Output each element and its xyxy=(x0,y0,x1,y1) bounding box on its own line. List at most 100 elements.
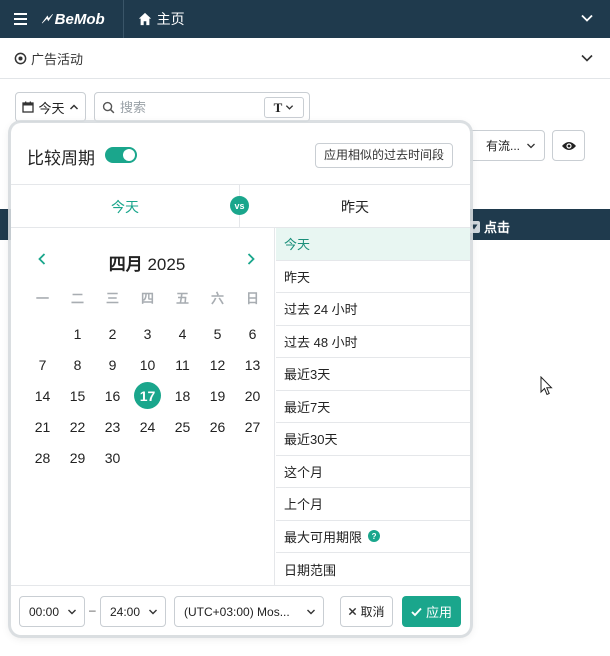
date-presets-list: 今天 昨天 过去 24 小时过去 48 小时 最近3天最近7天 最近30天这个月上个月最… xyxy=(276,228,470,585)
calendar-day[interactable]: 23 xyxy=(95,411,130,442)
date-preset-label: 最近3天 xyxy=(284,367,331,383)
mouse-cursor-icon xyxy=(540,376,553,396)
calendar-day[interactable]: 5 xyxy=(200,318,235,349)
calendar-day[interactable]: 19 xyxy=(200,380,235,411)
calendar-day[interactable]: 28 xyxy=(25,442,60,473)
date-preset-item[interactable]: 最近30天 xyxy=(276,423,470,456)
tab-compare-period[interactable]: 昨天 xyxy=(240,185,470,228)
home-link[interactable]: 主页 xyxy=(138,9,185,29)
calendar-day[interactable]: 10 xyxy=(130,349,165,380)
column-header-clicks[interactable]: 点击 xyxy=(468,217,510,236)
calendar-icon xyxy=(22,101,35,113)
hamburger-menu-icon[interactable] xyxy=(14,13,36,25)
calendar-day[interactable]: 16 xyxy=(95,380,130,411)
calendar-day[interactable]: 9 xyxy=(95,349,130,380)
calendar-day[interactable]: 27 xyxy=(235,411,270,442)
calendar-day[interactable]: 22 xyxy=(60,411,95,442)
compare-tabs: 今天 vs 昨天 xyxy=(11,185,470,228)
help-icon[interactable]: ? xyxy=(368,530,381,543)
end-time-select[interactable]: 24:00 xyxy=(100,596,166,627)
calendar-day[interactable]: 25 xyxy=(165,411,200,442)
calendar-day[interactable]: 20 xyxy=(235,380,270,411)
calendar-day[interactable]: 6 xyxy=(235,318,270,349)
date-preset-item[interactable]: 今天 xyxy=(276,228,470,261)
date-preset-item[interactable]: 最近7天 xyxy=(276,391,470,423)
calendar-day-number: 3 xyxy=(143,325,152,342)
tab-current-period[interactable]: 今天 xyxy=(11,185,239,228)
date-preset-label: 上个月 xyxy=(284,497,324,513)
calendar-day[interactable]: 15 xyxy=(60,380,95,411)
date-preset-item[interactable]: 过去 48 小时 xyxy=(276,326,470,358)
chevron-down-icon[interactable] xyxy=(580,11,594,25)
timezone-select[interactable]: (UTC+03:00) Mos... xyxy=(174,596,324,627)
text-filter-type-button[interactable]: T xyxy=(264,97,304,118)
apply-similar-period-button[interactable]: 应用相似的过去时间段 xyxy=(315,143,454,168)
chevron-down-icon[interactable] xyxy=(580,51,594,65)
calendar-day[interactable]: 13 xyxy=(235,349,270,380)
calendar-day[interactable]: 7 xyxy=(25,349,60,380)
date-preset-item[interactable]: 过去 24 小时 xyxy=(276,293,470,326)
calendar-day[interactable]: 26 xyxy=(200,411,235,442)
target-icon xyxy=(14,52,27,64)
date-preset-label: 过去 48 小时 xyxy=(284,334,358,350)
traffic-filter-select[interactable]: 有流... xyxy=(459,130,545,161)
bemob-logo[interactable]: 🗲 BeMob xyxy=(42,11,105,28)
calendar-day[interactable]: 29 xyxy=(60,442,95,473)
calendar-day-number: 9 xyxy=(108,356,117,373)
search-input[interactable] xyxy=(118,98,258,116)
calendar-day[interactable]: 21 xyxy=(25,411,60,442)
calendar-day-number: 7 xyxy=(38,356,47,373)
compare-period-title: 比较周期 xyxy=(27,149,95,168)
calendar-day[interactable]: 24 xyxy=(130,411,165,442)
compare-period-toggle[interactable] xyxy=(105,147,137,163)
date-picker-footer: 00:00 – 24:00 (UTC+03:00) Mos... 取消 应用 xyxy=(11,585,470,635)
date-preset-item[interactable]: 最大可用期限? xyxy=(276,521,470,553)
calendar-day[interactable]: 12 xyxy=(200,349,235,380)
calendar-day[interactable]: 1 xyxy=(60,318,95,349)
compare-header: 比较周期 应用相似的过去时间段 xyxy=(11,123,470,185)
column-visibility-button[interactable] xyxy=(552,130,585,161)
calendar-day[interactable]: 11 xyxy=(165,349,200,380)
start-time-select[interactable]: 00:00 xyxy=(19,596,85,627)
date-range-button[interactable]: 今天 xyxy=(15,92,86,122)
date-preset-item[interactable]: 昨天 xyxy=(276,261,470,293)
calendar-days: 1 2 3 4 5 6 7 8 9 10 11 12 13 14 15 16 17 18 19 20 21 22 23 24 2… xyxy=(25,318,270,473)
date-preset-item[interactable]: 最近3天 xyxy=(276,358,470,391)
chevron-down-icon xyxy=(149,609,157,614)
search-box: T xyxy=(94,92,310,122)
calendar-day-number: 2 xyxy=(108,325,117,342)
calendar-day-selected[interactable]: 17 xyxy=(130,380,165,411)
date-preset-item[interactable]: 这个月 xyxy=(276,456,470,488)
calendar-day-number: 15 xyxy=(69,387,86,404)
calendar-day[interactable]: 30 xyxy=(95,442,130,473)
section-label: 广告活动 xyxy=(31,51,84,67)
calendar-day[interactable]: 14 xyxy=(25,380,60,411)
calendar-day-number: 24 xyxy=(139,418,156,435)
chevron-right-icon[interactable] xyxy=(244,252,258,266)
calendar-month: 四月 xyxy=(108,255,143,274)
chevron-up-icon xyxy=(69,104,78,110)
calendar-day[interactable]: 3 xyxy=(130,318,165,349)
date-preset-item[interactable]: 日期范围 xyxy=(276,553,470,586)
top-navbar: 🗲 BeMob 主页 xyxy=(0,0,610,38)
date-preset-label: 这个月 xyxy=(284,464,324,480)
calendar-day[interactable]: 2 xyxy=(95,318,130,349)
weekday-label: 五 xyxy=(175,291,189,306)
apply-button[interactable]: 应用 xyxy=(402,596,461,627)
chevron-down-icon xyxy=(527,143,535,148)
cancel-button[interactable]: 取消 xyxy=(340,596,393,627)
traffic-filter-label: 有流... xyxy=(485,139,520,153)
calendar-day-number: 23 xyxy=(104,418,121,435)
weekday-label: 四 xyxy=(140,291,154,306)
calendar-weekdays: 一二三四五六日 xyxy=(25,288,270,308)
calendar-day[interactable]: 18 xyxy=(165,380,200,411)
weekday-label: 日 xyxy=(245,291,259,306)
calendar-day[interactable]: 8 xyxy=(60,349,95,380)
calendar-day[interactable]: 4 xyxy=(165,318,200,349)
date-preset-item[interactable]: 上个月 xyxy=(276,488,470,521)
calendar-day-number: 27 xyxy=(244,418,261,435)
calendar-day-number: 10 xyxy=(139,356,156,373)
weekday-label: 三 xyxy=(105,291,119,306)
calendar-day-number: 17 xyxy=(134,382,161,409)
home-icon xyxy=(138,12,151,26)
